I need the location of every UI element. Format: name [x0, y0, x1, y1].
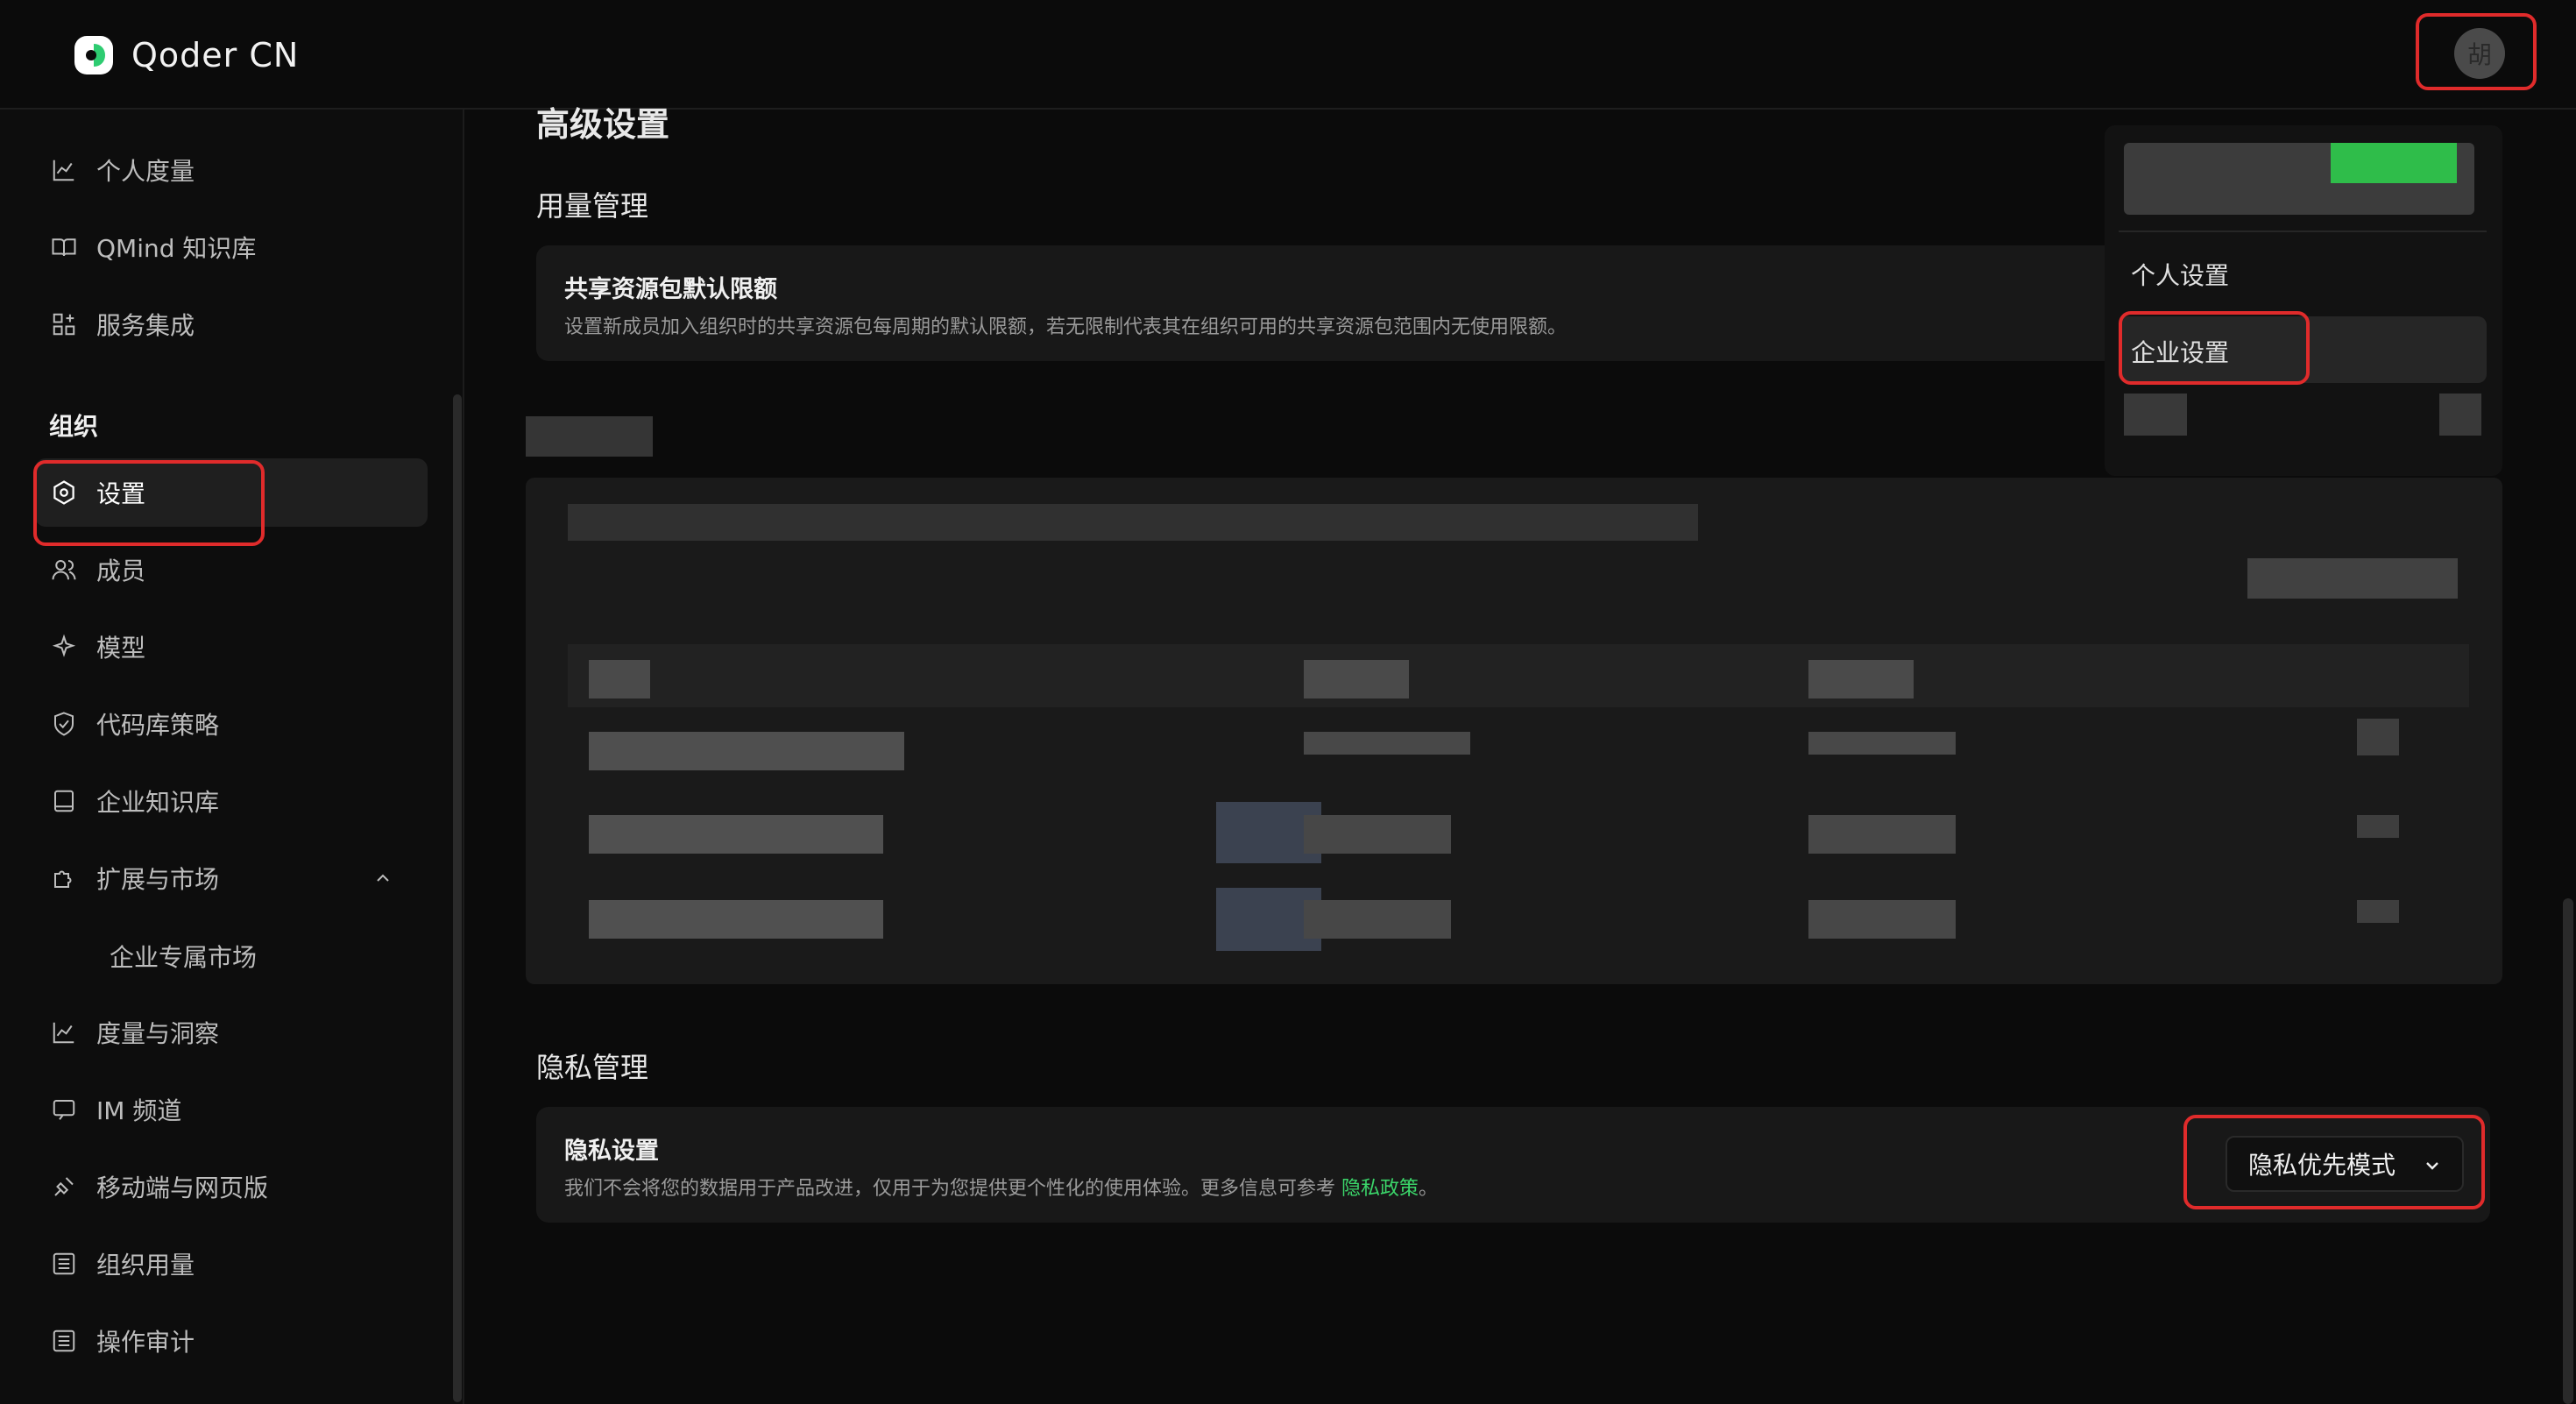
- sidebar-item-label: 代码库策略: [96, 711, 220, 740]
- sidebar-item-models[interactable]: 模型: [35, 613, 425, 681]
- sidebar: 个人度量 QMind 知识库 服务集成 组织 设置 成员 模型 代码库策略 企业…: [0, 110, 464, 1404]
- obscured-cell: [589, 815, 883, 854]
- dropdown-item-personal-settings[interactable]: 个人设置: [2131, 257, 2229, 292]
- obscured-cell: [2357, 900, 2399, 923]
- sidebar-item-metrics-insights[interactable]: 度量与洞察: [35, 998, 425, 1067]
- grid-plus-icon: [49, 309, 79, 339]
- qoder-logo-icon: [74, 36, 113, 74]
- chevron-up-icon[interactable]: [372, 868, 393, 889]
- sidebar-item-label: 度量与洞察: [96, 1019, 220, 1048]
- sidebar-item-label: 模型: [96, 634, 146, 663]
- sidebar-item-mobile-web[interactable]: 移动端与网页版: [35, 1152, 425, 1221]
- line-chart-icon: [49, 155, 79, 185]
- obscured-cell: [2357, 719, 2399, 755]
- puzzle-icon: [49, 863, 79, 893]
- obscured-table: [526, 478, 2502, 984]
- obscured-cell: [2357, 815, 2399, 838]
- obscured-header-row: [568, 644, 2469, 707]
- sidebar-item-members[interactable]: 成员: [35, 535, 425, 604]
- sidebar-item-label: 扩展与市场: [96, 865, 220, 894]
- enterprise-settings-highlight: [2119, 311, 2310, 385]
- sidebar-item-qmind[interactable]: QMind 知识库: [35, 213, 425, 281]
- sidebar-scrollbar[interactable]: [453, 394, 462, 1402]
- chevron-down-icon: [2426, 1162, 2438, 1170]
- user-dropdown-menu: 个人设置 企业设置: [2105, 125, 2502, 476]
- sparkle-icon: [49, 632, 79, 662]
- obscured-user-badge: [2331, 143, 2457, 183]
- sidebar-item-label: 服务集成: [96, 311, 195, 340]
- sidebar-item-label: 个人度量: [96, 157, 195, 186]
- book-open-icon: [49, 232, 79, 262]
- privacy-desc-end: 。: [1419, 1178, 1439, 1200]
- obscured-button: [2247, 558, 2458, 599]
- privacy-desc: 我们不会将您的数据用于产品改进，仅用于为您提供更个性化的使用体验。更多信息可参考…: [564, 1173, 1438, 1201]
- privacy-policy-link[interactable]: 隐私政策: [1341, 1178, 1419, 1200]
- sidebar-subitem-enterprise-market[interactable]: 企业专属市场: [110, 939, 257, 974]
- section-label-org: 组织: [49, 412, 99, 441]
- obscured-cell: [1808, 732, 1956, 755]
- users-icon: [49, 555, 79, 585]
- shared-quota-desc: 设置新成员加入组织时的共享资源包每周期的默认限额，若无限制代表其在组织可用的共享…: [564, 316, 1568, 338]
- privacy-title: 隐私设置: [564, 1138, 659, 1165]
- book-icon: [49, 786, 79, 816]
- obscured-cell: [589, 900, 883, 939]
- sidebar-item-repo-policy[interactable]: 代码库策略: [35, 690, 425, 758]
- sidebar-item-label: QMind 知识库: [96, 234, 257, 263]
- top-bar: Qoder CN 胡: [0, 0, 2576, 110]
- avatar-highlight: 胡: [2416, 13, 2537, 90]
- plug-icon: [49, 1172, 79, 1202]
- obscured-cell: [589, 732, 904, 770]
- obscured-cell: [589, 660, 650, 698]
- brand-name: Qoder CN: [131, 36, 300, 74]
- sidebar-item-org-usage[interactable]: 组织用量: [35, 1230, 425, 1298]
- chat-icon: [49, 1095, 79, 1124]
- obscured-cell: [1808, 900, 1956, 939]
- settings-highlight: [33, 460, 265, 546]
- sidebar-item-audit-log[interactable]: 操作审计: [35, 1307, 425, 1375]
- list-icon: [49, 1249, 79, 1279]
- privacy-group-title: 隐私管理: [536, 1051, 649, 1084]
- main-scrollbar[interactable]: [2563, 898, 2573, 1404]
- obscured-row: [568, 504, 1698, 541]
- sidebar-item-label: 操作审计: [96, 1328, 195, 1357]
- shared-quota-title: 共享资源包默认限额: [564, 276, 777, 303]
- privacy-select-highlight: 隐私优先模式: [2183, 1115, 2485, 1209]
- list-icon: [49, 1326, 79, 1356]
- brand-logo[interactable]: Qoder CN: [72, 33, 299, 77]
- sidebar-item-label: 成员: [96, 557, 146, 585]
- page-title: 高级设置: [536, 105, 670, 144]
- obscured-cell: [1304, 900, 1451, 939]
- obscured-cell: [1808, 660, 1914, 698]
- sidebar-item-label: IM 频道: [96, 1096, 182, 1125]
- obscured-title: [526, 416, 653, 457]
- sidebar-item-extensions[interactable]: 扩展与市场: [35, 844, 425, 912]
- sidebar-item-label: 移动端与网页版: [96, 1174, 269, 1202]
- obscured-cell: [1808, 815, 1956, 854]
- obscured-cell: [1304, 815, 1451, 854]
- sidebar-item-label: 企业知识库: [96, 788, 220, 817]
- privacy-mode-value: 隐私优先模式: [2248, 1151, 2396, 1180]
- usage-group-title: 用量管理: [536, 189, 649, 223]
- dropdown-divider: [2119, 230, 2487, 232]
- sidebar-item-integrations[interactable]: 服务集成: [35, 290, 425, 358]
- user-avatar[interactable]: 胡: [2454, 28, 2505, 79]
- privacy-desc-text: 我们不会将您的数据用于产品改进，仅用于为您提供更个性化的使用体验。更多信息可参考: [564, 1178, 1341, 1200]
- sidebar-item-im-channels[interactable]: IM 频道: [35, 1075, 425, 1144]
- obscured-item: [2439, 394, 2481, 436]
- obscured-cell: [1304, 660, 1409, 698]
- sidebar-item-enterprise-kb[interactable]: 企业知识库: [35, 767, 425, 835]
- obscured-cell: [1304, 732, 1470, 755]
- privacy-mode-select[interactable]: 隐私优先模式: [2226, 1136, 2464, 1192]
- line-chart-icon: [49, 1018, 79, 1047]
- obscured-item: [2124, 394, 2187, 436]
- shield-icon: [49, 709, 79, 739]
- sidebar-item-label: 组织用量: [96, 1251, 195, 1280]
- sidebar-item-personal-metrics[interactable]: 个人度量: [35, 136, 425, 204]
